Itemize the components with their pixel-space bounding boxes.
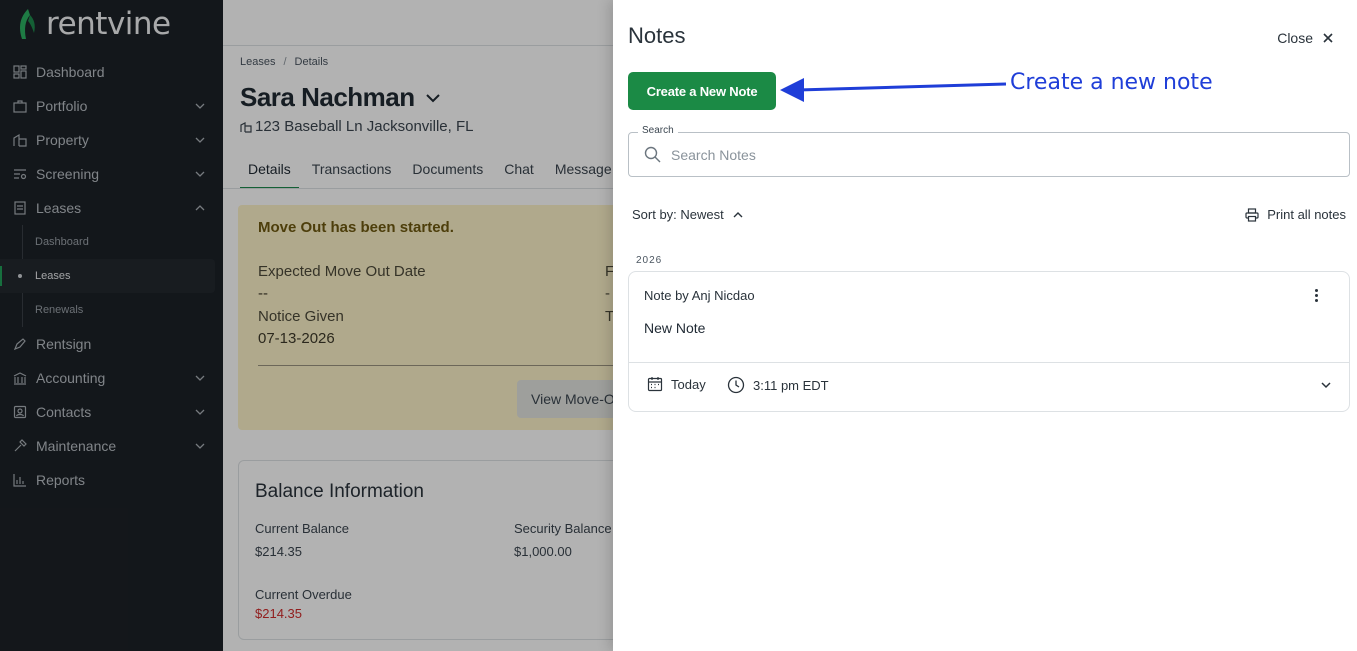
chevron-up-icon [733, 211, 743, 217]
note-body: New Note [644, 320, 706, 336]
note-divider [629, 362, 1349, 363]
clock-icon [727, 376, 745, 394]
note-date: Today [647, 376, 706, 392]
close-label: Close [1277, 30, 1313, 46]
close-button[interactable]: Close [1277, 30, 1335, 46]
notes-panel: Notes Close Create a New Note Create a n… [613, 0, 1357, 651]
annotation-arrow [780, 78, 1006, 102]
note-time: 3:11 pm EDT [727, 376, 829, 394]
note-card: Note by Anj Nicdao New Note Today 3:11 p… [628, 271, 1350, 412]
search-icon [644, 146, 661, 163]
year-heading: 2026 [636, 255, 663, 266]
calendar-icon [647, 377, 663, 392]
annotation-text: Create a new note [1010, 70, 1213, 95]
close-icon [1323, 33, 1333, 43]
note-time-text: 3:11 pm EDT [753, 377, 829, 393]
note-author: Note by Anj Nicdao [644, 288, 755, 303]
notes-title: Notes [628, 23, 686, 48]
print-all-notes-button[interactable]: Print all notes [1245, 207, 1346, 222]
more-options-icon[interactable] [1308, 286, 1324, 304]
sort-dropdown[interactable]: Sort by: Newest [632, 207, 744, 222]
chevron-down-icon[interactable] [1319, 378, 1333, 392]
search-field[interactable]: Search [628, 125, 1350, 177]
note-date-text: Today [671, 376, 706, 392]
printer-icon [1245, 207, 1259, 222]
search-input[interactable] [671, 145, 1321, 165]
print-label: Print all notes [1267, 207, 1346, 222]
search-label: Search [638, 125, 678, 136]
create-new-note-button[interactable]: Create a New Note [628, 72, 776, 110]
sort-label: Sort by: Newest [632, 207, 724, 222]
